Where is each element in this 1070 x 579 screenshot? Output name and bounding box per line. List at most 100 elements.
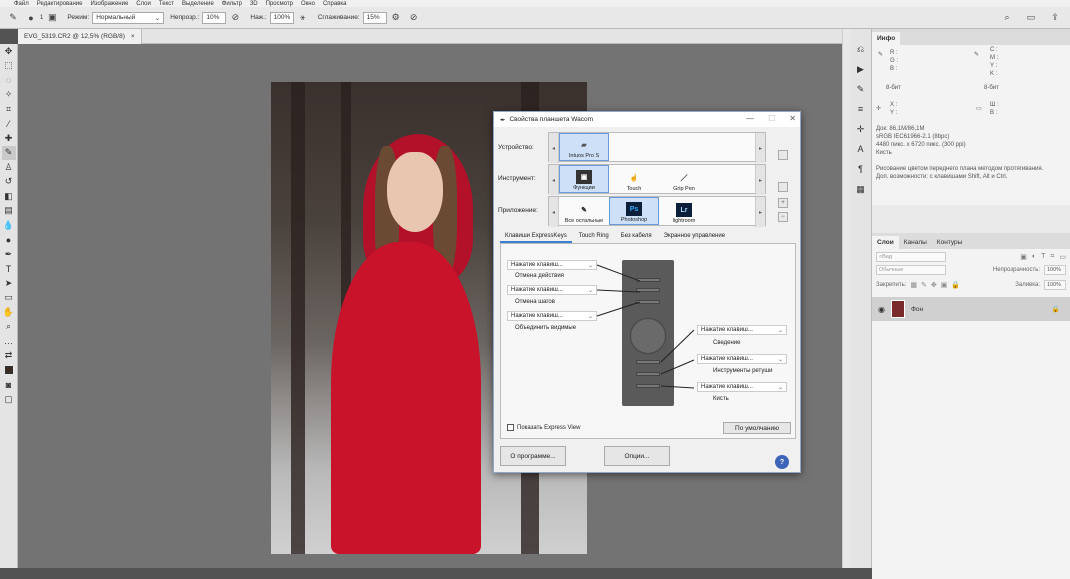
share-icon[interactable]: ⇪ — [1049, 12, 1061, 24]
lock-artboard-icon[interactable]: ▣ — [941, 281, 948, 289]
path-select-tool-icon[interactable]: ➤ — [2, 276, 16, 291]
type-tool-icon[interactable]: T — [2, 262, 16, 277]
menu-item[interactable]: Фильтр — [222, 1, 242, 7]
gradient-tool-icon[interactable]: ▤ — [2, 204, 16, 219]
minimize-icon[interactable]: — — [746, 114, 754, 123]
properties-icon[interactable]: ▦ — [853, 181, 869, 197]
brush-panel-icon[interactable]: ▣ — [46, 12, 58, 24]
workspace-icon[interactable]: ▭ — [1025, 12, 1037, 24]
lock-all-icon[interactable]: 🔒 — [951, 281, 960, 289]
menu-item[interactable]: Выделение — [182, 1, 214, 7]
app-scroll-right[interactable]: ▸ — [755, 197, 765, 227]
foreground-color-swatch[interactable] — [2, 363, 16, 378]
pressure-size-icon[interactable]: ⊘ — [408, 12, 420, 24]
lock-position-icon[interactable]: ✥ — [931, 281, 937, 289]
info-icon[interactable]: ✛ — [853, 121, 869, 137]
options-button[interactable]: Опции... — [604, 446, 670, 466]
tool-touch[interactable]: ☝ Touch — [609, 165, 659, 193]
adjust-icon[interactable]: ≡ — [853, 101, 869, 117]
filter-type-icon[interactable]: T — [1041, 253, 1045, 261]
menu-item[interactable]: Справка — [323, 1, 347, 7]
app-add-button[interactable]: + — [778, 198, 788, 208]
tool-grip-pen[interactable]: ／ Grip Pen — [659, 165, 709, 193]
default-button[interactable]: По умолчанию — [723, 422, 791, 434]
menu-item[interactable]: Текст — [159, 1, 174, 7]
device-intuos-pro[interactable]: ▰ Intuos Pro S — [559, 133, 609, 161]
dodge-tool-icon[interactable]: ● — [2, 233, 16, 248]
actions-play-icon[interactable]: ▶ — [853, 61, 869, 77]
tool-remove-button[interactable] — [778, 182, 788, 192]
swap-colors-icon[interactable]: ⇄ — [2, 349, 16, 364]
menu-item[interactable]: Редактирование — [37, 1, 83, 7]
menu-item[interactable]: Просмотр — [266, 1, 293, 7]
blend-mode-select[interactable]: Обычные — [876, 265, 946, 275]
tab-paths[interactable]: Контуры — [932, 236, 968, 249]
tab-channels[interactable]: Каналы — [899, 236, 932, 249]
tab-layers[interactable]: Слои — [872, 236, 899, 249]
history-brush-icon[interactable]: ↺ — [2, 175, 16, 190]
app-photoshop[interactable]: Ps Photoshop — [609, 197, 659, 225]
tab-info[interactable]: Инфо — [872, 32, 901, 45]
lasso-tool-icon[interactable]: ◌ — [2, 73, 16, 88]
crop-tool-icon[interactable]: ⌗ — [2, 102, 16, 117]
pressure-field[interactable]: 100% — [269, 11, 294, 24]
brush-tool-icon[interactable]: ✎ — [1, 145, 16, 160]
opacity-field[interactable]: 10% — [202, 11, 227, 24]
eyedropper-tool-icon[interactable]: ⁄ — [2, 117, 16, 132]
pressure-opacity-icon[interactable]: ⊘ — [229, 12, 241, 24]
pen-tool-icon[interactable]: ✒ — [2, 247, 16, 262]
right-key-1-dropdown[interactable]: Нажатие клавиш... ⌄ — [697, 325, 787, 335]
zoom-tool-icon[interactable]: ⌕ — [2, 320, 16, 335]
mode-select[interactable]: Нормальный ⌄ — [92, 11, 165, 24]
menu-item[interactable]: 3D — [250, 1, 258, 7]
tool-scroll-right[interactable]: ▸ — [755, 165, 765, 195]
express-view-checkbox[interactable] — [507, 424, 514, 431]
menu-item[interactable]: Изображение — [90, 1, 128, 7]
screen-mode-icon[interactable]: ▢ — [2, 392, 16, 407]
tab-touch-ring[interactable]: Touch Ring — [574, 232, 614, 243]
quick-mask-icon[interactable]: ◙ — [2, 378, 16, 393]
eye-icon[interactable]: ◉ — [878, 305, 885, 314]
layer-filter-kind[interactable]: ⌕ Вид — [876, 252, 946, 262]
menu-item[interactable]: Окно — [301, 1, 315, 7]
marquee-tool-icon[interactable]: ⬚ — [2, 59, 16, 74]
help-button[interactable]: ? — [775, 455, 789, 469]
maximize-icon[interactable]: ☐ — [768, 114, 775, 123]
right-key-3-dropdown[interactable]: Нажатие клавиш... ⌄ — [697, 382, 787, 392]
close-icon[interactable]: × — [131, 33, 135, 40]
tab-expresskeys[interactable]: Клавиши ExpressKeys — [500, 232, 572, 243]
about-button[interactable]: О программе... — [500, 446, 566, 466]
lock-transparency-icon[interactable]: ▦ — [910, 281, 917, 289]
eraser-tool-icon[interactable]: ◧ — [2, 189, 16, 204]
app-all-others[interactable]: ✎ Все остальные — [559, 197, 609, 225]
app-scroll-left[interactable]: ◂ — [549, 197, 559, 227]
move-tool-icon[interactable]: ✥ — [2, 44, 16, 59]
healing-tool-icon[interactable]: ✚ — [2, 131, 16, 146]
hand-tool-icon[interactable]: ✋ — [2, 305, 16, 320]
brush-tool-icon[interactable]: ✎ — [7, 12, 19, 24]
menu-item[interactable]: Слои — [136, 1, 151, 7]
filter-shape-icon[interactable]: ⌗ — [1050, 253, 1054, 261]
app-lightroom[interactable]: Lr lightroom — [659, 197, 709, 225]
layer-opacity-field[interactable]: 100% — [1044, 265, 1066, 275]
smoothing-field[interactable]: 15% — [362, 11, 387, 24]
shape-tool-icon[interactable]: ▭ — [2, 291, 16, 306]
lock-pixels-icon[interactable]: ✎ — [921, 281, 927, 289]
filter-adjust-icon[interactable]: ◐ — [1032, 253, 1036, 261]
quick-select-tool-icon[interactable]: ✧ — [2, 88, 16, 103]
tab-wireless[interactable]: Без кабеля — [616, 232, 657, 243]
brush-preset-icon[interactable]: ● — [25, 12, 37, 24]
express-view-option[interactable]: Показать Express View — [507, 424, 580, 431]
filter-pixel-icon[interactable]: ▣ — [1020, 253, 1027, 261]
device-scroll-left[interactable]: ◂ — [549, 133, 559, 163]
stamp-tool-icon[interactable]: ♙ — [2, 160, 16, 175]
document-tab[interactable]: EVG_5319.CR2 @ 12,5% (RGB/8) × — [18, 29, 142, 44]
layer-row-background[interactable]: ◉ Фон 🔒 — [872, 297, 1070, 321]
right-key-2-dropdown[interactable]: Нажатие клавиш... ⌄ — [697, 354, 787, 364]
more-tools-icon[interactable]: … — [2, 334, 16, 349]
brush-settings-icon[interactable]: ✎ — [853, 81, 869, 97]
airbrush-icon[interactable]: ⚹ — [297, 12, 309, 24]
fill-field[interactable]: 100% — [1044, 280, 1066, 290]
close-icon[interactable]: ✕ — [789, 114, 796, 123]
tab-onscreen-control[interactable]: Экранное управление — [659, 232, 730, 243]
